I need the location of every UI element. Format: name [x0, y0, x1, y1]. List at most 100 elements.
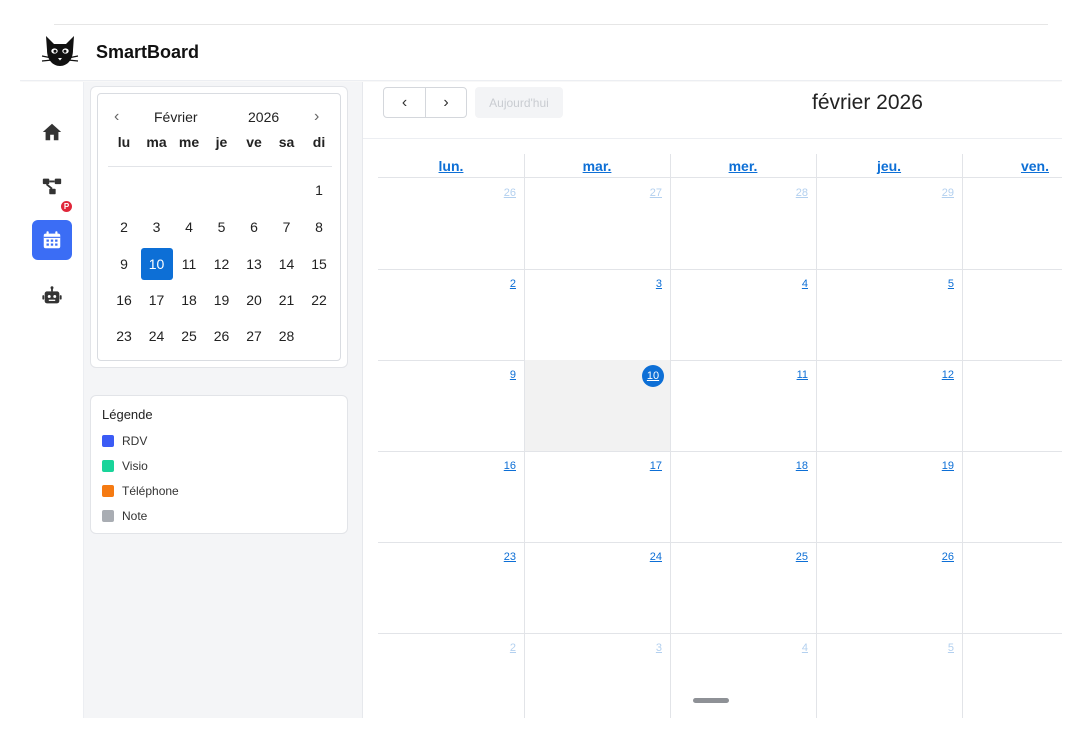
day-cell[interactable] — [962, 542, 1062, 633]
day-cell[interactable] — [962, 633, 1062, 718]
day-cell[interactable]: 3 — [524, 633, 670, 718]
mini-day-cell[interactable]: 27 — [238, 320, 270, 352]
weekday-header[interactable]: lun. — [378, 158, 524, 174]
day-cell[interactable]: 28 — [670, 178, 816, 269]
day-number-link[interactable]: 4 — [802, 278, 808, 290]
day-cell[interactable] — [962, 360, 1062, 451]
mini-day-cell[interactable]: 22 — [303, 284, 335, 316]
mini-day-cell[interactable]: 3 — [141, 211, 173, 243]
day-cell[interactable]: 17 — [524, 451, 670, 542]
day-number-link[interactable]: 23 — [504, 551, 516, 563]
day-cell[interactable] — [962, 178, 1062, 269]
mini-day-cell[interactable]: 23 — [108, 320, 140, 352]
day-cell[interactable]: 12 — [816, 360, 962, 451]
nav-item-calendar[interactable] — [32, 220, 72, 260]
day-cell[interactable]: 19 — [816, 451, 962, 542]
nav-item-home[interactable] — [32, 112, 72, 152]
day-cell[interactable] — [962, 451, 1062, 542]
mini-day-cell[interactable]: 14 — [271, 248, 303, 280]
day-cell[interactable] — [962, 269, 1062, 360]
day-number-link[interactable]: 27 — [650, 187, 662, 199]
day-number-link[interactable]: 3 — [656, 642, 662, 654]
mini-day-cell[interactable]: 5 — [206, 211, 238, 243]
app-title: SmartBoard — [96, 42, 200, 62]
mini-day-cell[interactable]: 28 — [271, 320, 303, 352]
mini-month-label[interactable]: Février — [154, 109, 198, 125]
mini-day-cell[interactable]: 24 — [141, 320, 173, 352]
weekday-header[interactable]: mar. — [524, 158, 670, 174]
day-number-link[interactable]: 5 — [948, 278, 954, 290]
day-number-link[interactable]: 9 — [510, 369, 516, 381]
day-cell[interactable]: 24 — [524, 542, 670, 633]
mini-day-cell[interactable]: 13 — [238, 248, 270, 280]
day-cell[interactable]: 2 — [378, 633, 524, 718]
day-number-link[interactable]: 25 — [796, 551, 808, 563]
day-cell[interactable]: 23 — [378, 542, 524, 633]
next-month-button[interactable]: › — [425, 88, 466, 117]
mini-day-cell[interactable]: 8 — [303, 211, 335, 243]
day-number-link[interactable]: 5 — [948, 642, 954, 654]
day-number-link[interactable]: 26 — [504, 187, 516, 199]
mini-year-label[interactable]: 2026 — [248, 109, 279, 125]
mini-day-cell[interactable]: 25 — [173, 320, 205, 352]
day-cell[interactable]: 4 — [670, 269, 816, 360]
scroll-handle[interactable] — [693, 698, 729, 703]
day-number-link[interactable]: 18 — [796, 460, 808, 472]
day-number-link[interactable]: 26 — [942, 551, 954, 563]
mini-day-cell[interactable]: 4 — [173, 211, 205, 243]
mini-day-cell[interactable]: 1 — [303, 174, 335, 206]
day-number-link[interactable]: 24 — [650, 551, 662, 563]
mini-day-cell[interactable]: 17 — [141, 284, 173, 316]
day-cell[interactable]: 16 — [378, 451, 524, 542]
day-cell[interactable]: 11 — [670, 360, 816, 451]
day-cell[interactable]: 27 — [524, 178, 670, 269]
day-number-link[interactable]: 10 — [642, 365, 664, 387]
mini-next-month-button[interactable]: › — [314, 108, 319, 126]
day-cell[interactable]: 3 — [524, 269, 670, 360]
mini-prev-month-button[interactable]: ‹ — [114, 108, 119, 126]
mini-day-cell[interactable]: 18 — [173, 284, 205, 316]
mini-day-cell[interactable]: 9 — [108, 248, 140, 280]
day-number-link[interactable]: 3 — [656, 278, 662, 290]
mini-day-selected[interactable]: 10 — [140, 248, 173, 280]
weekday-header[interactable]: jeu. — [816, 158, 962, 174]
day-cell[interactable]: 9 — [378, 360, 524, 451]
day-cell-today[interactable]: 10 — [524, 360, 670, 451]
day-number-link[interactable]: 12 — [942, 369, 954, 381]
day-number-link[interactable]: 11 — [797, 369, 808, 381]
mini-day-cell[interactable]: 26 — [206, 320, 238, 352]
mini-day-cell[interactable]: 19 — [206, 284, 238, 316]
weekday-header[interactable]: mer. — [670, 158, 816, 174]
nav-item-assistant[interactable] — [32, 276, 72, 316]
day-number-link[interactable]: 28 — [796, 187, 808, 199]
mini-day-cell[interactable]: 6 — [238, 211, 270, 243]
day-cell[interactable]: 5 — [816, 633, 962, 718]
day-cell[interactable]: 4 — [670, 633, 816, 718]
day-cell[interactable]: 26 — [816, 542, 962, 633]
day-cell[interactable]: 5 — [816, 269, 962, 360]
weekday-header[interactable]: ven. — [962, 158, 1062, 174]
mini-day-cell[interactable]: 11 — [173, 248, 205, 280]
mini-day-cell[interactable]: 7 — [271, 211, 303, 243]
mini-day-cell[interactable]: 16 — [108, 284, 140, 316]
day-cell[interactable]: 18 — [670, 451, 816, 542]
mini-day-cell[interactable]: 20 — [238, 284, 270, 316]
day-cell[interactable]: 26 — [378, 178, 524, 269]
day-number-link[interactable]: 17 — [650, 460, 662, 472]
prev-month-button[interactable]: ‹ — [384, 88, 425, 117]
day-cell[interactable]: 29 — [816, 178, 962, 269]
day-cell[interactable]: 25 — [670, 542, 816, 633]
mini-day-cell[interactable]: 2 — [108, 211, 140, 243]
day-number-link[interactable]: 16 — [504, 460, 516, 472]
mini-day-cell[interactable]: 12 — [206, 248, 238, 280]
day-number-link[interactable]: 2 — [510, 278, 516, 290]
month-grid: lun. mar. mer. jeu. ven. 26 27 28 29 2 3 4 5 9 10 11 12 1… — [378, 154, 1062, 718]
mini-day-cell[interactable]: 15 — [303, 248, 335, 280]
day-number-link[interactable]: 4 — [802, 642, 808, 654]
day-number-link[interactable]: 19 — [942, 460, 954, 472]
today-button[interactable]: Aujourd'hui — [475, 87, 563, 118]
day-cell[interactable]: 2 — [378, 269, 524, 360]
mini-day-cell[interactable]: 21 — [271, 284, 303, 316]
day-number-link[interactable]: 2 — [510, 642, 516, 654]
day-number-link[interactable]: 29 — [942, 187, 954, 199]
